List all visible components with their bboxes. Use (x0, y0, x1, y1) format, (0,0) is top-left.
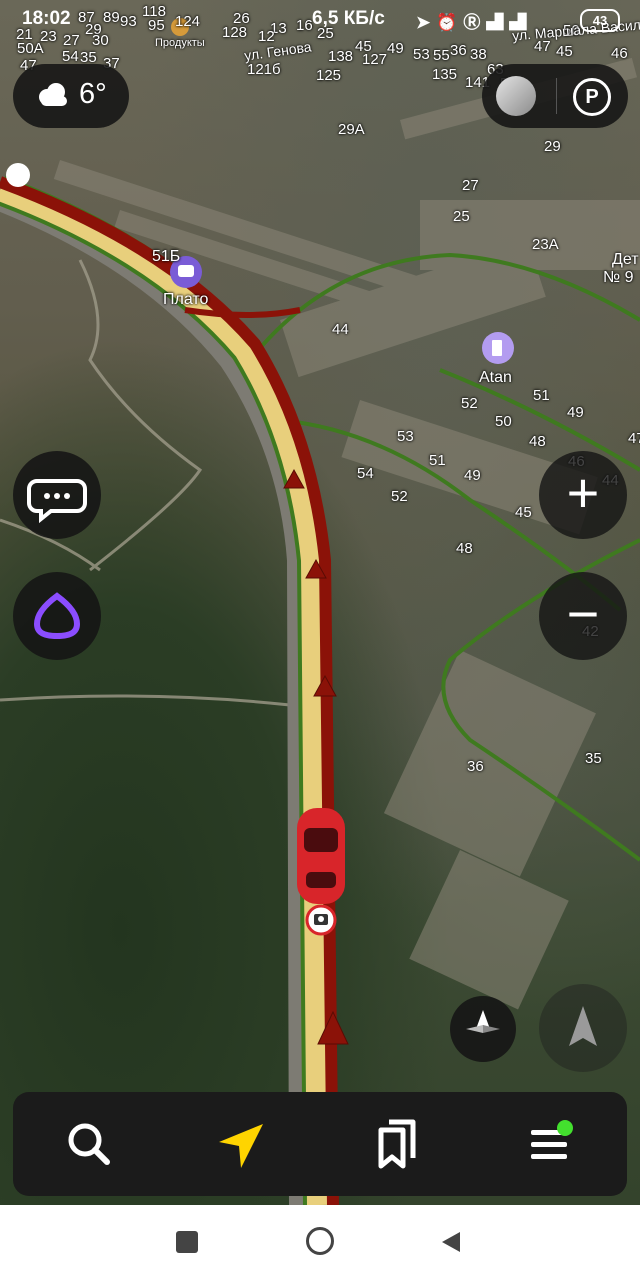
house-number: 125 (316, 67, 342, 84)
house-number: 36 (467, 758, 484, 775)
roaming-icon: Ⓡ (463, 13, 487, 32)
house-number: 121б (247, 61, 281, 78)
status-bar: 18:02 6,5 КБ/с ➤⏰Ⓡ▟▟ 43 (0, 0, 640, 40)
house-number: 36 (450, 42, 467, 59)
divider (556, 78, 557, 114)
house-number: 25 (453, 208, 470, 225)
house-number: 45 (515, 504, 532, 521)
bookmarks-icon (378, 1119, 416, 1169)
house-number: 135 (432, 66, 458, 83)
menu-button[interactable] (521, 1116, 581, 1172)
bottom-toolbar (13, 1092, 627, 1196)
house-number: 48 (456, 540, 473, 557)
house-number: 49 (567, 404, 584, 421)
chat-button[interactable] (13, 451, 101, 539)
poi-label-fuel-station[interactable]: Atan (479, 369, 512, 387)
house-number: 47 (628, 430, 640, 447)
recent-apps-icon[interactable] (176, 1231, 198, 1253)
status-icons: ➤⏰Ⓡ▟▟ (416, 8, 532, 33)
navigate-button[interactable] (213, 1116, 273, 1172)
follow-location-button[interactable] (539, 984, 627, 1072)
house-number: 35 (585, 750, 602, 767)
house-number: 53 (397, 428, 414, 445)
house-number: 46 (611, 45, 628, 62)
house-number: 54 (62, 48, 79, 65)
speed-camera-icon (305, 904, 337, 936)
weather-temperature: 6° (79, 78, 107, 110)
house-number: 51 (429, 452, 446, 469)
battery-indicator: 43 (580, 9, 620, 32)
map-layers-panel: P (482, 64, 628, 128)
notification-dot (557, 1120, 573, 1136)
car-marker (297, 808, 345, 904)
map-layers-icon[interactable] (496, 76, 536, 116)
house-number: 48 (529, 433, 546, 450)
menu-icon (531, 1120, 573, 1159)
alarm-icon: ⏰ (436, 13, 464, 32)
house-number: 23А (532, 236, 559, 253)
system-navigation-bar (0, 1205, 640, 1280)
navigation-arrow-icon (219, 1124, 263, 1168)
house-number: 29А (338, 121, 365, 138)
house-number: 49 (387, 40, 404, 57)
back-icon[interactable] (440, 1229, 462, 1255)
house-number: 54 (357, 465, 374, 482)
navigation-arrow-icon (569, 1006, 597, 1046)
house-number: 51 (533, 387, 550, 404)
poi-number: 51Б (152, 248, 181, 265)
status-time: 18:02 (22, 8, 71, 29)
chat-poi-icon[interactable] (6, 163, 30, 187)
house-number: 27 (462, 177, 479, 194)
house-number: 53 (413, 46, 430, 63)
house-number: 45 (556, 43, 573, 60)
house-number: 52 (461, 395, 478, 412)
alice-icon (33, 592, 81, 640)
network-speed: 6,5 КБ/с (312, 8, 385, 29)
weather-widget[interactable]: 6° (13, 64, 129, 128)
house-number: 38 (470, 46, 487, 63)
cloud-icon (39, 83, 67, 106)
poi-label-bus-stop[interactable]: Плато (163, 291, 208, 309)
house-number: 52 (391, 488, 408, 505)
alice-assistant-button[interactable] (13, 572, 101, 660)
bookmarks-button[interactable] (367, 1116, 427, 1172)
zoom-out-button[interactable]: − (539, 572, 627, 660)
house-number: 44 (332, 321, 349, 338)
house-number: 49 (464, 467, 481, 484)
location-icon: ➤ (416, 13, 437, 32)
plus-icon: + (566, 461, 600, 524)
house-number: 55 (433, 47, 450, 64)
house-number: 50 (495, 413, 512, 430)
search-button[interactable] (59, 1116, 119, 1172)
minus-icon: − (566, 582, 600, 645)
search-icon (68, 1123, 110, 1165)
signal-icon: ▟ (509, 13, 533, 32)
compass-icon (466, 1010, 500, 1033)
home-icon[interactable] (306, 1227, 334, 1255)
house-number: 138 (328, 48, 354, 65)
compass-button[interactable] (450, 996, 516, 1062)
signal-icon: ▟ (486, 13, 510, 32)
house-number: 29 (544, 138, 561, 155)
chat-icon (27, 479, 87, 524)
house-number: 127 (362, 51, 388, 68)
parking-button[interactable]: P (573, 78, 611, 116)
zoom-in-button[interactable]: + (539, 451, 627, 539)
poi-number: № 9 (603, 269, 634, 286)
poi-label-kindergarten[interactable]: Дет (612, 251, 639, 269)
